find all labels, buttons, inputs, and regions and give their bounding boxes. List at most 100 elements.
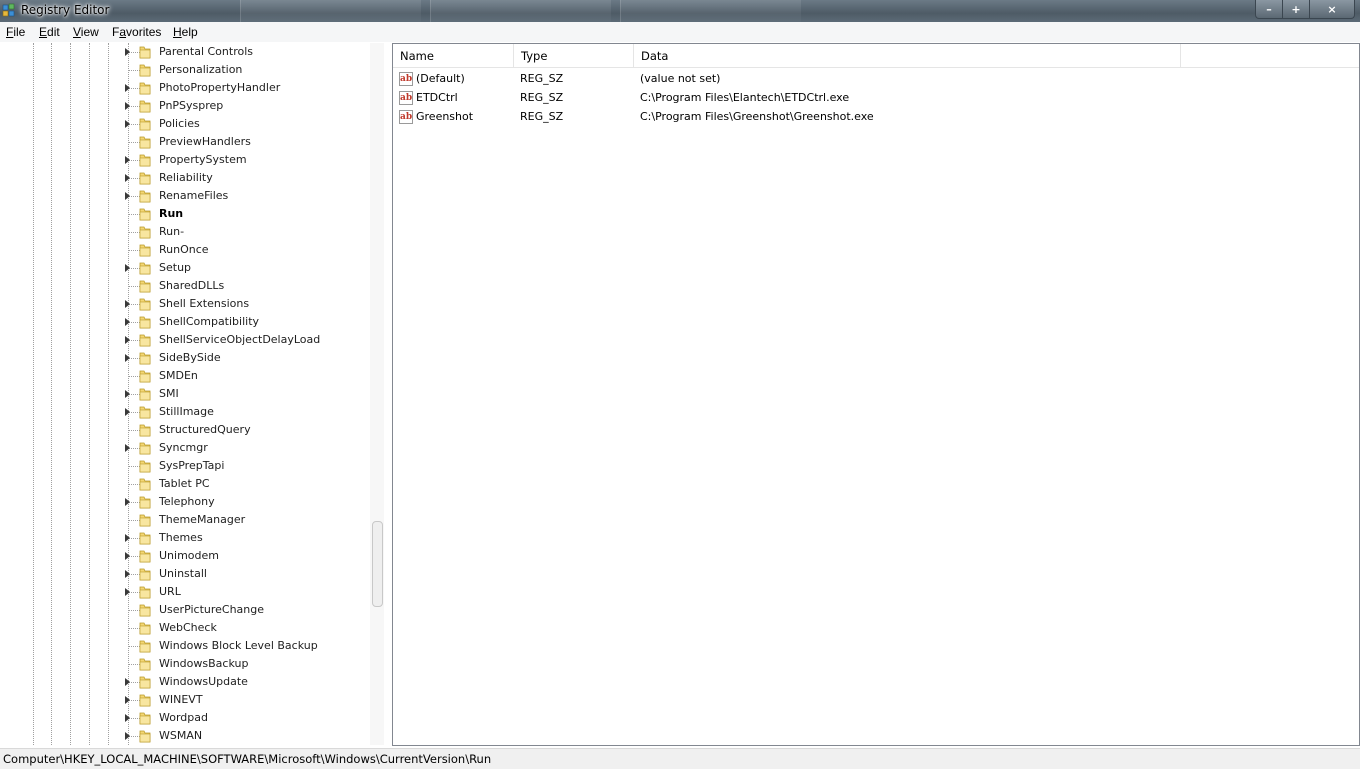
expand-arrow-icon[interactable] bbox=[125, 732, 130, 740]
expand-arrow-icon[interactable] bbox=[125, 48, 130, 56]
tree-item-propertysystem[interactable]: PropertySystem bbox=[0, 151, 370, 169]
tree-item-pnpsysprep[interactable]: PnPSysprep bbox=[0, 97, 370, 115]
expand-arrow-icon[interactable] bbox=[125, 552, 130, 560]
tree-item-label: SideBySide bbox=[159, 351, 221, 364]
tree-item-smi[interactable]: SMI bbox=[0, 385, 370, 403]
tree-scrollbar-thumb[interactable] bbox=[372, 521, 383, 607]
tree-item-parental-controls[interactable]: Parental Controls bbox=[0, 43, 370, 61]
folder-icon bbox=[139, 693, 151, 707]
tree-item-webcheck[interactable]: WebCheck bbox=[0, 619, 370, 637]
tree-item-shell-extensions[interactable]: Shell Extensions bbox=[0, 295, 370, 313]
tree-scrollbar[interactable] bbox=[370, 43, 384, 745]
tree-item-stillimage[interactable]: StillImage bbox=[0, 403, 370, 421]
folder-icon bbox=[139, 369, 151, 383]
folder-icon bbox=[139, 207, 151, 221]
expand-arrow-icon[interactable] bbox=[125, 408, 130, 416]
tree-item-label: Windows Block Level Backup bbox=[159, 639, 318, 652]
folder-icon bbox=[139, 657, 151, 671]
tree-item-smden[interactable]: SMDEn bbox=[0, 367, 370, 385]
column-header-type[interactable]: Type bbox=[514, 44, 634, 68]
tree-item-tablet-pc[interactable]: Tablet PC bbox=[0, 475, 370, 493]
expand-arrow-icon[interactable] bbox=[125, 300, 130, 308]
tree-item-wsman[interactable]: WSMAN bbox=[0, 727, 370, 745]
folder-icon bbox=[139, 423, 151, 437]
expand-arrow-icon[interactable] bbox=[125, 354, 130, 362]
expand-arrow-icon[interactable] bbox=[125, 174, 130, 182]
expand-arrow-icon[interactable] bbox=[125, 678, 130, 686]
tree-item-structuredquery[interactable]: StructuredQuery bbox=[0, 421, 370, 439]
tree-item-telephony[interactable]: Telephony bbox=[0, 493, 370, 511]
folder-icon bbox=[139, 639, 151, 653]
tree-item-run[interactable]: Run- bbox=[0, 223, 370, 241]
tree-item-userpicturechange[interactable]: UserPictureChange bbox=[0, 601, 370, 619]
menu-help[interactable]: Help bbox=[173, 25, 198, 39]
tree-item-previewhandlers[interactable]: PreviewHandlers bbox=[0, 133, 370, 151]
tree-item-label: StructuredQuery bbox=[159, 423, 251, 436]
tree-item-shareddlls[interactable]: SharedDLLs bbox=[0, 277, 370, 295]
expand-arrow-icon[interactable] bbox=[125, 696, 130, 704]
column-header-name[interactable]: Name bbox=[393, 44, 514, 68]
value-row[interactable]: ab ETDCtrl REG_SZ C:\Program Files\Elantech… bbox=[393, 89, 1353, 108]
tree-item-setup[interactable]: Setup bbox=[0, 259, 370, 277]
tree-item-label: Run- bbox=[159, 225, 185, 238]
menu-edit[interactable]: Edit bbox=[39, 25, 60, 39]
tree-item-windowsupdate[interactable]: WindowsUpdate bbox=[0, 673, 370, 691]
tree-item-run[interactable]: Run bbox=[0, 205, 370, 223]
tree-item-reliability[interactable]: Reliability bbox=[0, 169, 370, 187]
tree-item-thememanager[interactable]: ThemeManager bbox=[0, 511, 370, 529]
tree-item-label: RenameFiles bbox=[159, 189, 229, 202]
value-row[interactable]: ab Greenshot REG_SZ C:\Program Files\Greens… bbox=[393, 108, 1353, 127]
folder-icon bbox=[139, 63, 151, 77]
key-tree[interactable]: Parental Controls Personalization PhotoPro… bbox=[0, 43, 370, 745]
tree-item-shellserviceobjectdelayload[interactable]: ShellServiceObjectDelayLoad bbox=[0, 331, 370, 349]
tree-item-photopropertyhandler[interactable]: PhotoPropertyHandler bbox=[0, 79, 370, 97]
expand-arrow-icon[interactable] bbox=[125, 390, 130, 398]
title-bar[interactable]: Registry Editor – + × bbox=[0, 0, 1360, 22]
value-row[interactable]: ab (Default) REG_SZ (value not set) bbox=[393, 70, 1353, 89]
maximize-button[interactable]: + bbox=[1282, 0, 1310, 19]
folder-icon bbox=[139, 567, 151, 581]
expand-arrow-icon[interactable] bbox=[125, 264, 130, 272]
tree-item-url[interactable]: URL bbox=[0, 583, 370, 601]
window-title: Registry Editor bbox=[21, 3, 110, 17]
column-header-data[interactable]: Data bbox=[634, 44, 1181, 68]
tree-item-wordpad[interactable]: Wordpad bbox=[0, 709, 370, 727]
minimize-button[interactable]: – bbox=[1255, 0, 1283, 19]
tree-item-shellcompatibility[interactable]: ShellCompatibility bbox=[0, 313, 370, 331]
menu-file[interactable]: File bbox=[6, 25, 25, 39]
tree-item-personalization[interactable]: Personalization bbox=[0, 61, 370, 79]
expand-arrow-icon[interactable] bbox=[125, 84, 130, 92]
tree-item-syncmgr[interactable]: Syncmgr bbox=[0, 439, 370, 457]
values-list[interactable]: Name Type Data ab (Default) REG_SZ (value n… bbox=[392, 43, 1360, 746]
close-button[interactable]: × bbox=[1309, 0, 1355, 19]
expand-arrow-icon[interactable] bbox=[125, 714, 130, 722]
column-header-filler bbox=[1181, 44, 1359, 68]
expand-arrow-icon[interactable] bbox=[125, 192, 130, 200]
expand-arrow-icon[interactable] bbox=[125, 588, 130, 596]
expand-arrow-icon[interactable] bbox=[125, 102, 130, 110]
menu-view[interactable]: View bbox=[73, 25, 99, 39]
tree-item-uninstall[interactable]: Uninstall bbox=[0, 565, 370, 583]
tree-item-renamefiles[interactable]: RenameFiles bbox=[0, 187, 370, 205]
tree-item-windowsbackup[interactable]: WindowsBackup bbox=[0, 655, 370, 673]
tree-item-syspreptapi[interactable]: SysPrepTapi bbox=[0, 457, 370, 475]
folder-icon bbox=[139, 441, 151, 455]
expand-arrow-icon[interactable] bbox=[125, 534, 130, 542]
expand-arrow-icon[interactable] bbox=[125, 120, 130, 128]
expand-arrow-icon[interactable] bbox=[125, 156, 130, 164]
menu-favorites[interactable]: Favorites bbox=[112, 25, 161, 39]
tree-item-policies[interactable]: Policies bbox=[0, 115, 370, 133]
tree-item-themes[interactable]: Themes bbox=[0, 529, 370, 547]
expand-arrow-icon[interactable] bbox=[125, 570, 130, 578]
tree-item-runonce[interactable]: RunOnce bbox=[0, 241, 370, 259]
tree-item-winevt[interactable]: WINEVT bbox=[0, 691, 370, 709]
expand-arrow-icon[interactable] bbox=[125, 336, 130, 344]
tree-item-unimodem[interactable]: Unimodem bbox=[0, 547, 370, 565]
expand-arrow-icon[interactable] bbox=[125, 498, 130, 506]
folder-icon bbox=[139, 531, 151, 545]
expand-arrow-icon[interactable] bbox=[125, 318, 130, 326]
tree-item-windows-block-level-backup[interactable]: Windows Block Level Backup bbox=[0, 637, 370, 655]
expand-arrow-icon[interactable] bbox=[125, 444, 130, 452]
tree-item-sidebyside[interactable]: SideBySide bbox=[0, 349, 370, 367]
folder-icon bbox=[139, 45, 151, 59]
